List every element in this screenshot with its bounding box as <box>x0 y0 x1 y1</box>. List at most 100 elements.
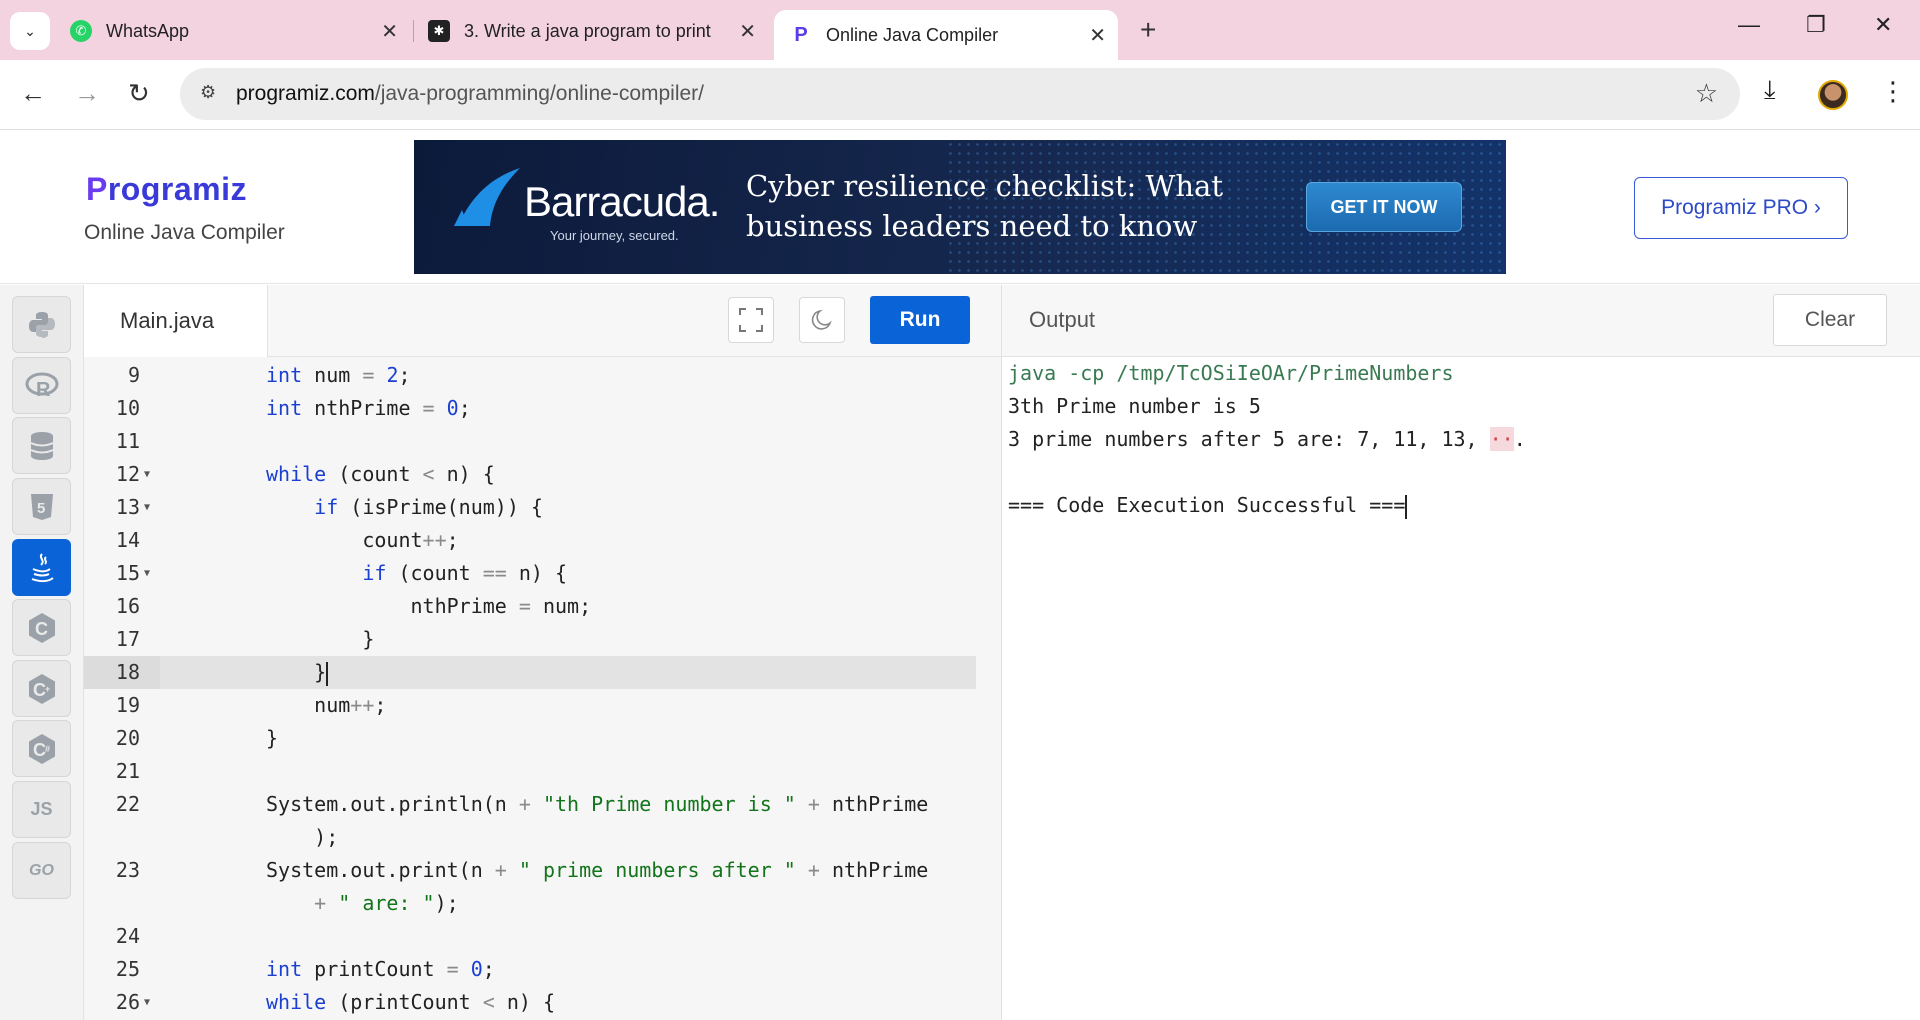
ad-banner[interactable]: Barracuda. Your journey, secured. Cyber … <box>414 140 1506 274</box>
code-text: ); <box>266 825 339 849</box>
output-label: Output <box>1029 307 1096 332</box>
tab-search-button[interactable]: ⌄ <box>10 12 50 50</box>
code-text: num++; <box>266 693 387 717</box>
app-icon: ✱ <box>428 20 450 42</box>
go-icon[interactable]: GO <box>12 842 71 899</box>
chevron-down-icon: ⌄ <box>24 22 36 39</box>
dark-mode-moon-icon[interactable] <box>799 297 845 343</box>
download-icon[interactable]: ⤓ <box>1764 74 1776 106</box>
language-sidebar: R 5 C C + C # JS GO <box>0 285 84 1020</box>
run-button[interactable]: Run <box>870 296 970 344</box>
reload-icon[interactable]: ↻ <box>128 78 150 109</box>
javascript-icon[interactable]: JS <box>12 781 71 838</box>
back-icon[interactable]: ← <box>20 78 46 109</box>
c-language-icon[interactable]: C <box>12 599 71 656</box>
code-text: System.out.print(n + " prime numbers aft… <box>266 858 929 882</box>
close-window-icon[interactable]: ✕ <box>1874 12 1892 38</box>
fullscreen-icon[interactable] <box>728 297 774 343</box>
python-icon[interactable] <box>12 296 71 353</box>
code-line[interactable]: 14 count++; <box>84 524 976 557</box>
code-text: int num = 2; <box>266 363 411 387</box>
code-text: } <box>266 726 279 750</box>
output-line-status: === Code Execution Successful === <box>1008 493 1408 519</box>
code-line[interactable]: 26 ▼ while (printCount < n) { <box>84 986 976 1019</box>
output-line-command: java -cp /tmp/TcOSiIeOAr/PrimeNumbers <box>1008 361 1454 385</box>
more-menu-icon[interactable]: ⋮ <box>1880 76 1906 107</box>
line-number: 14 <box>115 528 140 552</box>
line-number: 24 <box>115 924 140 948</box>
java-icon[interactable] <box>12 539 71 596</box>
code-line[interactable]: ); <box>84 821 976 854</box>
whatsapp-icon: ✆ <box>70 20 92 42</box>
code-line[interactable]: 10 int nthPrime = 0; <box>84 392 976 425</box>
clear-button[interactable]: Clear <box>1773 294 1887 346</box>
file-tab-main-java[interactable]: Main.java <box>84 285 268 357</box>
code-line[interactable]: 20} <box>84 722 976 755</box>
code-text: while (printCount < n) { <box>266 990 556 1014</box>
code-line[interactable]: 13 ▼ if (isPrime(num)) { <box>84 491 976 524</box>
r-language-icon[interactable]: R <box>12 357 71 414</box>
code-line[interactable]: + " are: "); <box>84 887 976 920</box>
code-line[interactable]: 22 System.out.println(n + "th Prime numbe… <box>84 788 976 821</box>
sql-database-icon[interactable] <box>12 417 71 474</box>
ellipsis-marker: ·· <box>1489 427 1514 451</box>
tab-online-java-compiler[interactable]: P Online Java Compiler ✕ <box>774 10 1118 60</box>
svg-text:R: R <box>36 379 51 400</box>
code-line[interactable]: 21 <box>84 755 976 788</box>
code-line[interactable]: 9 int num = 2; <box>84 359 976 392</box>
output-header: Output Clear <box>1002 285 1920 357</box>
site-info-icon[interactable]: ⚙ <box>200 82 216 103</box>
cpp-icon[interactable]: C + <box>12 660 71 717</box>
new-tab-icon[interactable]: + <box>1140 14 1156 46</box>
line-number: 22 <box>115 792 140 816</box>
code-text: System.out.println(n + "th Prime number … <box>266 792 929 816</box>
code-line[interactable]: 23 System.out.print(n + " prime numbers a… <box>84 854 976 887</box>
bookmark-star-icon[interactable]: ☆ <box>1695 78 1718 109</box>
output-console[interactable]: java -cp /tmp/TcOSiIeOAr/PrimeNumbers 3t… <box>1002 357 1920 1020</box>
svg-text:+: + <box>45 684 50 694</box>
line-number: 12 <box>115 462 140 486</box>
browser-tab-bar: ⌄ ✆ WhatsApp ✕ ✱ 3. Write a java program… <box>0 0 1920 60</box>
browser-toolbar: ← → ↻ ⚙ programiz.com/java-programming/o… <box>0 60 1920 130</box>
minimize-icon[interactable]: — <box>1738 12 1760 38</box>
code-line[interactable]: 11 <box>84 425 976 458</box>
line-number: 19 <box>115 693 140 717</box>
code-line[interactable]: 12 ▼ while (count < n) { <box>84 458 976 491</box>
code-text: if (count == n) { <box>362 561 568 585</box>
text-cursor <box>326 661 329 686</box>
programiz-pro-button[interactable]: Programiz PRO › <box>1634 177 1848 239</box>
line-number: 18 <box>115 660 140 684</box>
close-tab-icon[interactable]: ✕ <box>1089 23 1106 48</box>
tab-java-program[interactable]: ✱ 3. Write a java program to print ✕ <box>428 10 768 52</box>
code-editor[interactable]: 9 int num = 2; 10 int nthPrime = 0; 11 12 ▼ whi… <box>84 357 1001 1020</box>
fold-arrow-icon[interactable]: ▼ <box>144 557 150 590</box>
html5-icon[interactable]: 5 <box>12 478 71 535</box>
code-line[interactable]: 17 } <box>84 623 976 656</box>
code-line[interactable]: 18 } <box>84 656 976 689</box>
line-number: 10 <box>115 396 140 420</box>
close-tab-icon[interactable]: ✕ <box>381 19 398 44</box>
line-number: 13 <box>115 495 140 519</box>
code-line[interactable]: 24 <box>84 920 976 953</box>
close-tab-icon[interactable]: ✕ <box>739 19 756 44</box>
ad-cta-button[interactable]: GET IT NOW <box>1306 182 1462 232</box>
csharp-icon[interactable]: C # <box>12 720 71 777</box>
avatar[interactable] <box>1818 80 1848 110</box>
fold-arrow-icon[interactable]: ▼ <box>144 986 150 1019</box>
programiz-logo[interactable]: Programiz <box>86 171 247 208</box>
programiz-icon: P <box>794 23 808 46</box>
code-line[interactable]: 16 nthPrime = num; <box>84 590 976 623</box>
forward-icon[interactable]: → <box>74 78 100 109</box>
page-subtitle: Online Java Compiler <box>84 221 285 244</box>
text-cursor <box>1405 494 1408 519</box>
restore-icon[interactable]: ❐ <box>1806 12 1826 38</box>
code-line[interactable]: 19 num++; <box>84 689 976 722</box>
address-bar[interactable]: ⚙ programiz.com/java-programming/online-… <box>180 68 1740 120</box>
code-text: + " are: "); <box>314 891 459 915</box>
code-text: int nthPrime = 0; <box>266 396 471 420</box>
tab-whatsapp[interactable]: ✆ WhatsApp ✕ <box>70 10 410 52</box>
code-line[interactable]: 15 ▼ if (count == n) { <box>84 557 976 590</box>
fold-arrow-icon[interactable]: ▼ <box>144 491 150 524</box>
fold-arrow-icon[interactable]: ▼ <box>144 458 150 491</box>
code-line[interactable]: 25 int printCount = 0; <box>84 953 976 986</box>
